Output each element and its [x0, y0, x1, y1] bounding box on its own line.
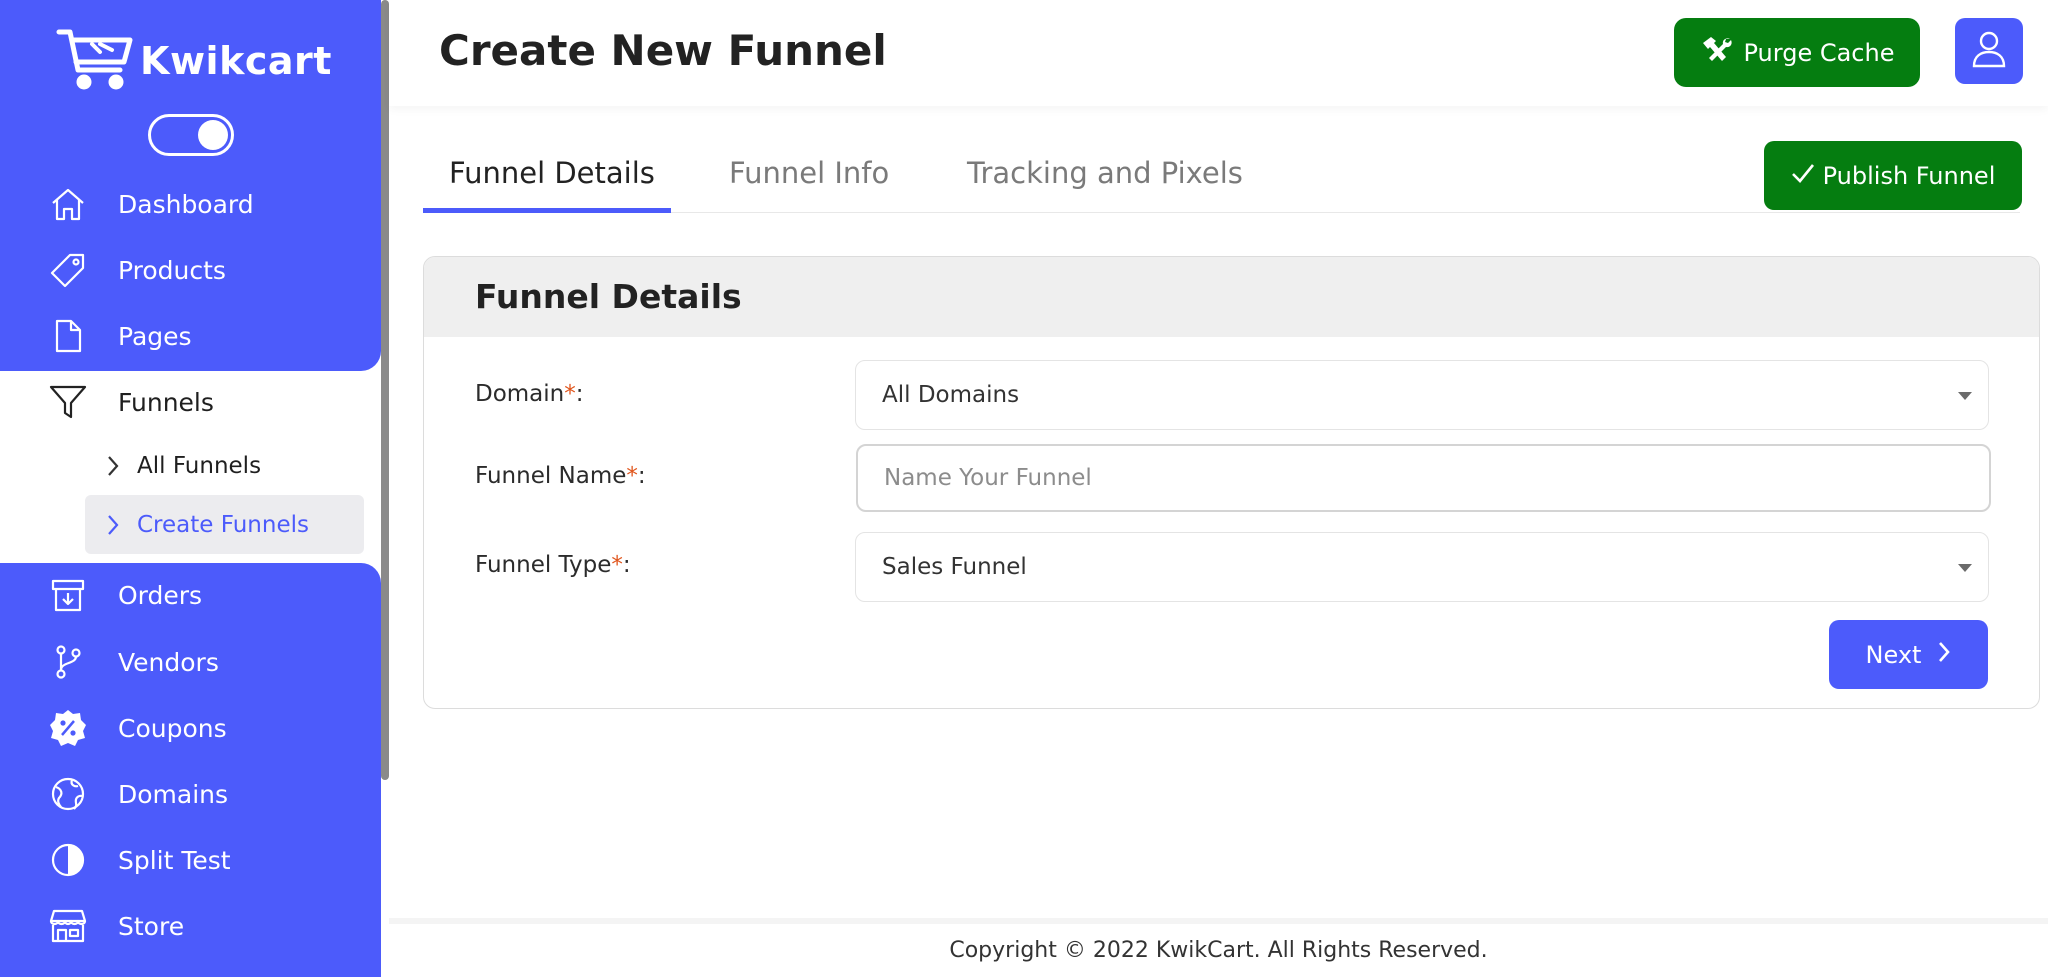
- funnel-type-label-text: Funnel Type: [475, 552, 612, 578]
- sidebar-item-label: Store: [118, 911, 185, 941]
- sidebar-item-funnels[interactable]: Funnels: [48, 378, 214, 426]
- archive-icon: [48, 575, 88, 615]
- funnel-name-label: Funnel Name*:: [475, 463, 646, 489]
- purge-cache-button[interactable]: Purge Cache: [1674, 18, 1920, 87]
- required-mark: *: [564, 381, 576, 407]
- chevron-right-icon: [99, 514, 127, 536]
- page-title: Create New Funnel: [439, 26, 887, 75]
- purge-cache-label: Purge Cache: [1743, 38, 1895, 67]
- funnel-type-label: Funnel Type*:: [475, 552, 631, 578]
- footer: Copyright © 2022 KwikCart. All Rights Re…: [389, 924, 2048, 977]
- chevron-right-icon: [1937, 641, 1951, 669]
- tools-icon: [1700, 35, 1734, 71]
- domain-label: Domain*:: [475, 381, 584, 407]
- check-icon: [1791, 162, 1815, 190]
- sidebar-subitem-label: All Funnels: [137, 452, 262, 479]
- top-header: Create New Funnel Purge Cache: [389, 0, 2048, 106]
- user-profile-button[interactable]: [1955, 18, 2023, 84]
- toggle-knob: [198, 120, 228, 150]
- user-icon: [1971, 30, 2007, 72]
- card-header: Funnel Details: [424, 257, 2039, 337]
- sidebar-item-label: Orders: [118, 580, 203, 610]
- brand-logo[interactable]: Kwikcart: [56, 26, 332, 96]
- sidebar-item-pages[interactable]: Pages: [48, 312, 192, 360]
- sidebar-item-label: Coupons: [118, 713, 227, 743]
- chevron-right-icon: [99, 455, 127, 477]
- sidebar-item-label: Domains: [118, 779, 229, 809]
- sidebar-item-domains[interactable]: Domains: [48, 770, 228, 818]
- percent-badge-icon: [48, 708, 88, 748]
- globe-icon: [48, 774, 88, 814]
- publish-funnel-label: Publish Funnel: [1822, 161, 1996, 190]
- sidebar-item-label: Pages: [118, 321, 192, 351]
- brand-name: Kwikcart: [140, 39, 332, 83]
- sidebar-subitem-all-funnels[interactable]: All Funnels: [85, 436, 364, 495]
- cart-icon: [56, 26, 136, 96]
- sidebar-item-dashboard[interactable]: Dashboard: [48, 180, 254, 228]
- sidebar-subitem-create-funnels[interactable]: Create Funnels: [85, 495, 364, 554]
- funnel-name-label-text: Funnel Name: [475, 463, 627, 489]
- domain-select[interactable]: All Domains: [855, 360, 1989, 430]
- tab-funnel-details[interactable]: Funnel Details: [449, 156, 655, 190]
- sidebar-item-label: Split Test: [118, 845, 231, 875]
- card-title: Funnel Details: [475, 277, 742, 316]
- half-circle-icon: [48, 840, 88, 880]
- sidebar-item-products[interactable]: Products: [48, 246, 226, 294]
- copyright-text: Copyright © 2022 KwikCart. All Rights Re…: [949, 938, 1488, 963]
- active-tab-indicator: [423, 208, 671, 213]
- branch-icon: [48, 642, 88, 682]
- sidebar-item-label: Dashboard: [118, 189, 254, 219]
- publish-funnel-button[interactable]: Publish Funnel: [1764, 141, 2022, 210]
- sidebar-item-label: Products: [118, 255, 226, 285]
- sidebar-scrollbar[interactable]: [381, 0, 389, 780]
- required-mark: *: [611, 552, 623, 578]
- sidebar-item-label: Funnels: [118, 387, 214, 417]
- domain-label-text: Domain: [475, 381, 565, 407]
- funnel-type-select[interactable]: Sales Funnel: [855, 532, 1989, 602]
- domain-select-value: All Domains: [882, 382, 1020, 408]
- next-button-label: Next: [1865, 640, 1922, 669]
- next-button[interactable]: Next: [1829, 620, 1988, 689]
- sidebar-item-split-test[interactable]: Split Test: [48, 836, 231, 884]
- caret-down-icon: [1958, 564, 1972, 572]
- caret-down-icon: [1958, 392, 1972, 400]
- funnel-details-card: Funnel Details Domain*: All Domains Funn…: [423, 256, 2040, 709]
- sidebar-item-orders[interactable]: Orders: [48, 571, 202, 619]
- tab-tracking-pixels[interactable]: Tracking and Pixels: [967, 156, 1243, 190]
- sidebar: Kwikcart Dashboard Products Pages Funnel…: [0, 0, 381, 977]
- tag-icon: [48, 250, 88, 290]
- sidebar-item-label: Vendors: [118, 647, 219, 677]
- tab-funnel-info[interactable]: Funnel Info: [729, 156, 889, 190]
- store-icon: [48, 906, 88, 946]
- required-mark: *: [626, 463, 638, 489]
- filter-icon: [48, 382, 88, 422]
- sidebar-item-coupons[interactable]: Coupons: [48, 704, 227, 752]
- funnel-name-input[interactable]: [856, 444, 1991, 512]
- home-icon: [48, 184, 88, 224]
- funnel-type-select-value: Sales Funnel: [882, 554, 1027, 580]
- sidebar-item-store[interactable]: Store: [48, 902, 184, 950]
- sidebar-subitem-label: Create Funnels: [137, 511, 309, 538]
- theme-toggle[interactable]: [148, 114, 234, 156]
- sidebar-item-vendors[interactable]: Vendors: [48, 638, 219, 686]
- file-icon: [48, 316, 88, 356]
